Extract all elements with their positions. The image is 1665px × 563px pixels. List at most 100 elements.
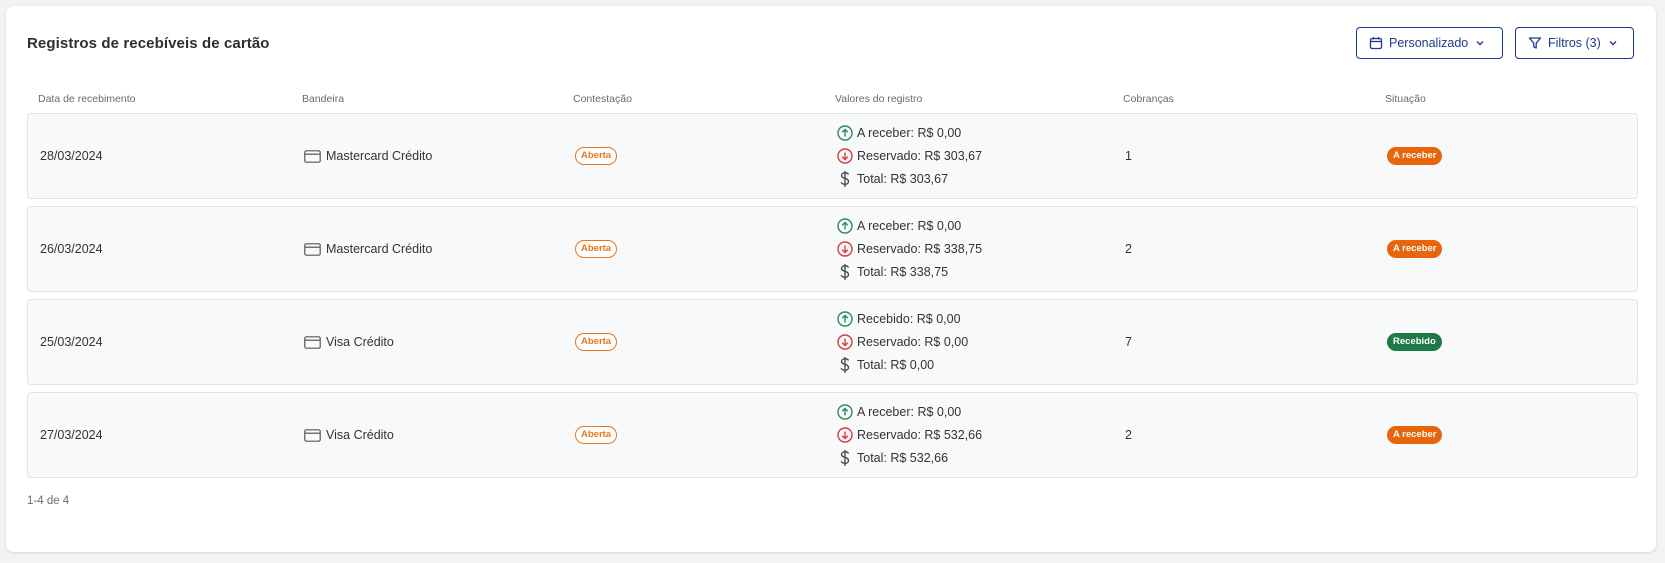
dollar-icon bbox=[840, 264, 850, 280]
status-badge: A receber bbox=[1387, 147, 1443, 165]
value-line-receivable: A receber: R$ 0,00 bbox=[837, 124, 961, 142]
value-reserved-text: Reservado: R$ 303,67 bbox=[857, 149, 983, 163]
value-receivable-text: A receber: R$ 0,00 bbox=[857, 219, 962, 233]
period-button-label: Personalizado bbox=[1389, 36, 1469, 50]
arrow-down-circle-icon bbox=[837, 427, 853, 443]
receipt-date: 27/03/2024 bbox=[40, 428, 103, 442]
credit-card-icon bbox=[304, 335, 321, 349]
status-cell: A receber bbox=[1387, 207, 1443, 291]
arrow-down-circle-icon bbox=[837, 241, 853, 257]
status-cell: A receber bbox=[1387, 114, 1443, 198]
value-line-receivable: A receber: R$ 0,00 bbox=[837, 217, 961, 235]
record-values: A receber: R$ 0,00 Reservado: R$ 338,75 … bbox=[837, 207, 982, 291]
dispute-cell: Aberta bbox=[575, 300, 618, 384]
value-total-text: Total: R$ 0,00 bbox=[857, 358, 935, 372]
dispute-badge: Aberta bbox=[575, 147, 618, 165]
table-row[interactable]: 28/03/2024 Mastercard Crédito Aberta A r… bbox=[27, 113, 1638, 199]
table-header: Data de recebimento Bandeira Contestação… bbox=[38, 93, 1634, 107]
column-header-dispute: Contestação bbox=[573, 93, 632, 105]
receivables-card: Registros de recebíveis de cartão Person… bbox=[6, 6, 1656, 552]
value-line-reserved: Reservado: R$ 532,66 bbox=[837, 426, 982, 444]
record-values: A receber: R$ 0,00 Reservado: R$ 303,67 … bbox=[837, 114, 982, 198]
value-line-total: Total: R$ 532,66 bbox=[837, 449, 948, 467]
calendar-icon bbox=[1369, 37, 1383, 50]
card-brand: Mastercard Crédito bbox=[304, 207, 432, 291]
value-line-total: Total: R$ 338,75 bbox=[837, 263, 948, 281]
receipt-date: 25/03/2024 bbox=[40, 335, 103, 349]
arrow-up-circle-icon bbox=[837, 404, 853, 420]
value-total-text: Total: R$ 532,66 bbox=[857, 451, 949, 465]
charges-count: 7 bbox=[1125, 335, 1132, 349]
column-header-charges: Cobranças bbox=[1123, 93, 1174, 105]
filter-button[interactable]: Filtros (3) bbox=[1515, 27, 1634, 59]
column-header-status: Situação bbox=[1385, 93, 1426, 105]
value-receivable-text: A receber: R$ 0,00 bbox=[857, 405, 962, 419]
record-values: Recebido: R$ 0,00 Reservado: R$ 0,00 Tot… bbox=[837, 300, 968, 384]
value-reserved-text: Reservado: R$ 0,00 bbox=[857, 335, 969, 349]
charges-count: 2 bbox=[1125, 242, 1132, 256]
dollar-icon bbox=[840, 357, 850, 373]
arrow-up-circle-icon bbox=[837, 218, 853, 234]
charges-count: 2 bbox=[1125, 428, 1132, 442]
filter-button-label: Filtros (3) bbox=[1548, 36, 1601, 50]
header-actions: Personalizado Filtros (3) bbox=[1356, 27, 1634, 59]
dispute-cell: Aberta bbox=[575, 207, 618, 291]
receipt-date: 26/03/2024 bbox=[40, 242, 103, 256]
card-brand: Visa Crédito bbox=[304, 300, 394, 384]
card-brand: Mastercard Crédito bbox=[304, 114, 432, 198]
chevron-down-icon bbox=[1476, 41, 1484, 46]
status-badge: Recebido bbox=[1387, 333, 1442, 351]
value-line-reserved: Reservado: R$ 0,00 bbox=[837, 333, 968, 351]
value-line-reserved: Reservado: R$ 303,67 bbox=[837, 147, 982, 165]
table-row[interactable]: 27/03/2024 Visa Crédito Aberta A receber… bbox=[27, 392, 1638, 478]
pagination-info: 1-4 de 4 bbox=[27, 495, 70, 507]
page-title: Registros de recebíveis de cartão bbox=[27, 34, 270, 52]
arrow-down-circle-icon bbox=[837, 334, 853, 350]
value-total-text: Total: R$ 303,67 bbox=[857, 172, 949, 186]
column-header-values: Valores do registro bbox=[835, 93, 923, 105]
card-brand-label: Mastercard Crédito bbox=[326, 242, 433, 256]
dispute-badge: Aberta bbox=[575, 333, 618, 351]
dispute-badge: Aberta bbox=[575, 240, 618, 258]
filter-icon bbox=[1528, 37, 1542, 49]
status-badge: A receber bbox=[1387, 426, 1443, 444]
card-brand-label: Mastercard Crédito bbox=[326, 149, 433, 163]
value-line-total: Total: R$ 303,67 bbox=[837, 170, 948, 188]
value-line-receivable: A receber: R$ 0,00 bbox=[837, 403, 961, 421]
period-button[interactable]: Personalizado bbox=[1356, 27, 1503, 59]
record-values: A receber: R$ 0,00 Reservado: R$ 532,66 … bbox=[837, 393, 982, 477]
status-cell: Recebido bbox=[1387, 300, 1442, 384]
dispute-cell: Aberta bbox=[575, 393, 618, 477]
value-receivable-text: Recebido: R$ 0,00 bbox=[857, 312, 961, 326]
value-reserved-text: Reservado: R$ 338,75 bbox=[857, 242, 983, 256]
card-brand-label: Visa Crédito bbox=[326, 335, 394, 349]
dispute-cell: Aberta bbox=[575, 114, 618, 198]
status-badge: A receber bbox=[1387, 240, 1443, 258]
arrow-down-circle-icon bbox=[837, 148, 853, 164]
status-cell: A receber bbox=[1387, 393, 1443, 477]
chevron-down-icon bbox=[1609, 41, 1617, 46]
column-header-date: Data de recebimento bbox=[38, 93, 136, 105]
arrow-up-circle-icon bbox=[837, 125, 853, 141]
value-line-receivable: Recebido: R$ 0,00 bbox=[837, 310, 961, 328]
arrow-up-circle-icon bbox=[837, 311, 853, 327]
dollar-icon bbox=[840, 450, 850, 466]
table-row[interactable]: 26/03/2024 Mastercard Crédito Aberta A r… bbox=[27, 206, 1638, 292]
value-total-text: Total: R$ 338,75 bbox=[857, 265, 949, 279]
table-row[interactable]: 25/03/2024 Visa Crédito Aberta Recebido:… bbox=[27, 299, 1638, 385]
table-body: 28/03/2024 Mastercard Crédito Aberta A r… bbox=[27, 113, 1638, 485]
dispute-badge: Aberta bbox=[575, 426, 618, 444]
dollar-icon bbox=[840, 171, 850, 187]
credit-card-icon bbox=[304, 428, 321, 442]
credit-card-icon bbox=[304, 242, 321, 256]
receipt-date: 28/03/2024 bbox=[40, 149, 103, 163]
charges-count: 1 bbox=[1125, 149, 1132, 163]
value-reserved-text: Reservado: R$ 532,66 bbox=[857, 428, 983, 442]
value-line-total: Total: R$ 0,00 bbox=[837, 356, 934, 374]
credit-card-icon bbox=[304, 149, 321, 163]
column-header-brand: Bandeira bbox=[302, 93, 345, 105]
value-line-reserved: Reservado: R$ 338,75 bbox=[837, 240, 982, 258]
card-brand: Visa Crédito bbox=[304, 393, 394, 477]
card-header: Registros de recebíveis de cartão Person… bbox=[27, 24, 1634, 62]
value-receivable-text: A receber: R$ 0,00 bbox=[857, 126, 962, 140]
